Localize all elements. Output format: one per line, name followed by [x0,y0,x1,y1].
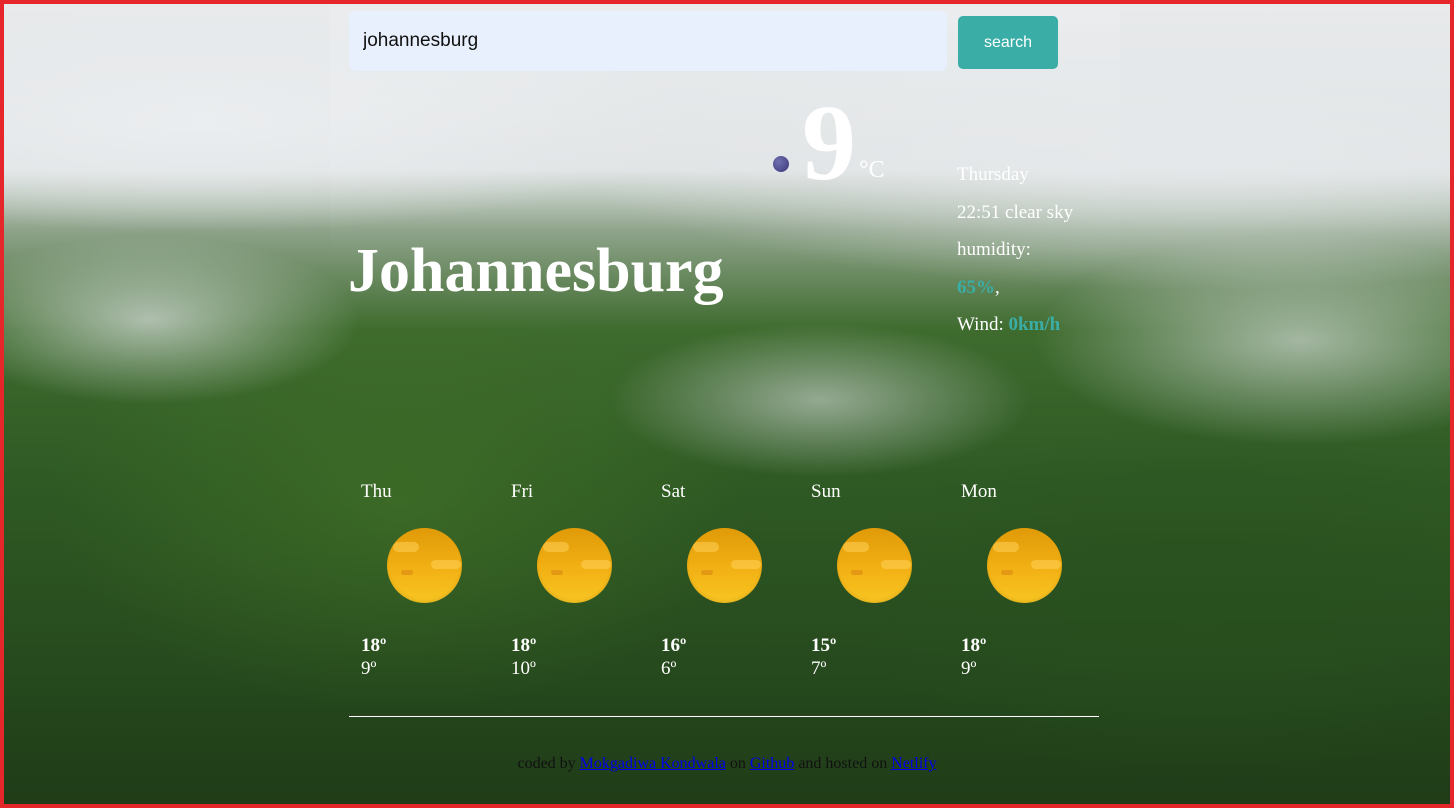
sun-icon [837,528,912,603]
footer-prefix: coded by [517,755,576,772]
forecast-low: 9º [961,658,977,679]
search-input[interactable] [349,11,947,71]
footer: coded by Mokgadiwa Kondwala on Github an… [0,755,1454,773]
humidity-label: humidity: [957,239,1031,261]
forecast-day-thu: Thu 18º 9º [361,481,501,679]
forecast-day-name: Fri [511,481,534,502]
forecast-high: 18º [961,635,987,656]
current-day: Thursday [957,164,1029,185]
forecast-low: 10º [511,658,536,679]
forecast-day-name: Sun [811,481,841,502]
forecast-day-name: Sat [661,481,686,502]
forecast-low: 7º [811,658,827,679]
footer-divider [349,716,1099,717]
search-button[interactable]: search [958,16,1058,69]
humidity-row: 65%, [957,276,1000,298]
wind-label: Wind: [957,314,1004,336]
github-link[interactable]: Github [750,755,794,772]
forecast-high: 18º [361,635,387,656]
moon-icon [773,156,789,172]
forecast-day-mon: Mon 18º 9º [961,481,1101,679]
forecast-day-sun: Sun 15º 7º [811,481,951,679]
forecast-day-sat: Sat 16º 6º [661,481,801,679]
forecast-day-name: Mon [961,481,997,502]
forecast-high: 15º [811,635,837,656]
netlify-link[interactable]: Netlify [891,755,936,772]
footer-middle-2: and hosted on [798,755,888,772]
temperature-unit: °C [859,157,885,183]
author-link[interactable]: Mokgadiwa Kondwala [580,755,726,772]
forecast-low: 9º [361,658,377,679]
forecast-day-fri: Fri 18º 10º [511,481,651,679]
forecast-high: 16º [661,635,687,656]
humidity-value: 65% [957,276,995,298]
sun-icon [987,528,1062,603]
footer-middle: on [729,755,746,772]
wind-value: 0km/h [1008,314,1061,336]
forecast-high: 18º [511,635,537,656]
city-name: Johannesburg [348,237,724,305]
wind-row: Wind: 0km/h [957,306,1077,344]
sun-icon [537,528,612,603]
forecast-low: 6º [661,658,677,679]
current-time-description: 22:51 clear sky [957,201,1074,223]
sun-icon [387,528,462,603]
sun-icon [687,528,762,603]
forecast-day-name: Thu [361,481,392,502]
current-details: Thursday 22:51 clear sky humidity: 65%, … [957,156,1077,344]
current-temperature: 9 [802,84,856,203]
